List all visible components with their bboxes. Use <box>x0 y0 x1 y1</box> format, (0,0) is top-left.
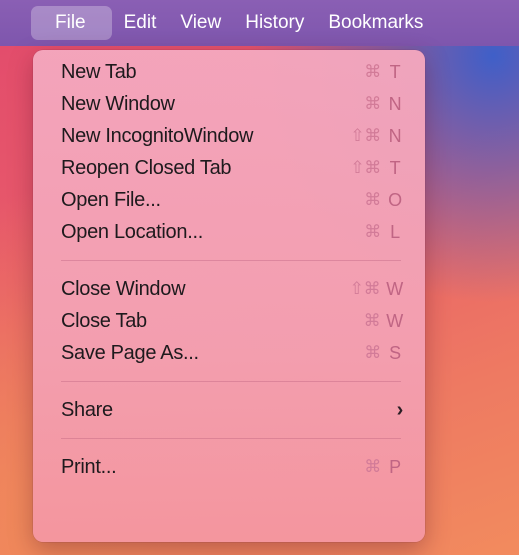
shortcut: ⌘ L <box>364 222 403 243</box>
shortcut-key: S <box>389 342 401 363</box>
menu-item-share[interactable]: Share › <box>33 394 425 426</box>
shortcut: ⇧⌘ N <box>350 126 403 147</box>
menu-item-open-file[interactable]: Open File... ⌘ O <box>33 184 425 216</box>
shortcut-key: P <box>389 456 401 477</box>
menu-item-label: Close Tab <box>61 309 147 332</box>
shortcut-key: T <box>389 61 401 82</box>
menu-item-save-page-as[interactable]: Save Page As... ⌘ S <box>33 337 425 369</box>
menu-item-new-incognito-window[interactable]: New IncognitoWindow ⇧⌘ N <box>33 120 425 152</box>
menu-bar: File Edit View History Bookmarks <box>0 0 519 46</box>
shortcut-key: N <box>388 93 402 114</box>
menu-item-label: New Tab <box>61 60 137 83</box>
menu-item-new-tab[interactable]: New Tab ⌘ T <box>33 56 425 88</box>
menu-item-reopen-closed-tab[interactable]: Reopen Closed Tab ⇧⌘ T <box>33 152 425 184</box>
shortcut: ⌘ O <box>364 190 403 211</box>
modifier-keys: ⇧⌘ <box>349 279 381 298</box>
menu-item-print[interactable]: Print... ⌘ P <box>33 451 425 483</box>
modifier-keys: ⌘ <box>364 94 381 113</box>
modifier-keys: ⌘ <box>364 343 381 362</box>
menu-item-label: Share <box>61 398 113 421</box>
shortcut-key: T <box>389 157 401 178</box>
modifier-keys: ⌘ <box>364 457 381 476</box>
chevron-right-icon: › <box>396 398 404 421</box>
menu-item-label: Save Page As... <box>61 341 199 364</box>
menubar-view[interactable]: View <box>168 6 233 40</box>
modifier-keys: ⇧⌘ <box>350 126 381 145</box>
modifier-keys: ⌘ <box>364 222 381 241</box>
shortcut: ⌘ N <box>364 94 403 115</box>
menu-separator <box>61 381 401 382</box>
menu-item-open-location[interactable]: Open Location... ⌘ L <box>33 216 425 248</box>
shortcut-key: W <box>386 278 403 299</box>
shortcut: ⌘ T <box>364 62 403 83</box>
modifier-keys: ⌘ <box>364 62 381 81</box>
menu-item-label: Print... <box>61 455 117 478</box>
file-menu-dropdown: New Tab ⌘ T New Window ⌘ N New Incognito… <box>33 50 425 542</box>
menu-item-label: Close Window <box>61 277 186 300</box>
menubar-history[interactable]: History <box>233 6 316 40</box>
modifier-keys: ⌘ <box>364 190 381 209</box>
menu-item-new-window[interactable]: New Window ⌘ N <box>33 88 425 120</box>
menu-item-label: New IncognitoWindow <box>61 124 254 147</box>
menu-item-close-tab[interactable]: Close Tab ⌘ W <box>33 305 425 337</box>
shortcut-key: N <box>388 125 402 146</box>
modifier-keys: ⇧⌘ <box>350 158 381 177</box>
menubar-bookmarks[interactable]: Bookmarks <box>316 6 435 40</box>
menu-separator <box>61 260 401 261</box>
shortcut: ⇧⌘ T <box>350 158 403 179</box>
menu-item-label: Reopen Closed Tab <box>61 156 232 179</box>
menu-item-close-window[interactable]: Close Window ⇧⌘ W <box>33 273 425 305</box>
shortcut-key: L <box>390 221 400 242</box>
menu-item-label: New Window <box>61 92 175 115</box>
menu-separator <box>61 438 401 439</box>
shortcut-key: O <box>388 189 402 210</box>
shortcut: ⇧⌘ W <box>349 278 404 300</box>
shortcut: ⌘ P <box>364 457 403 478</box>
menu-item-label: Open File... <box>61 188 161 211</box>
shortcut: ⌘ W <box>363 310 404 332</box>
modifier-keys: ⌘ <box>363 311 381 330</box>
menubar-file[interactable]: File <box>31 6 112 40</box>
menu-item-label: Open Location... <box>61 220 203 243</box>
shortcut-key: W <box>386 310 403 331</box>
menubar-edit[interactable]: Edit <box>112 6 169 40</box>
shortcut: ⌘ S <box>364 343 403 364</box>
